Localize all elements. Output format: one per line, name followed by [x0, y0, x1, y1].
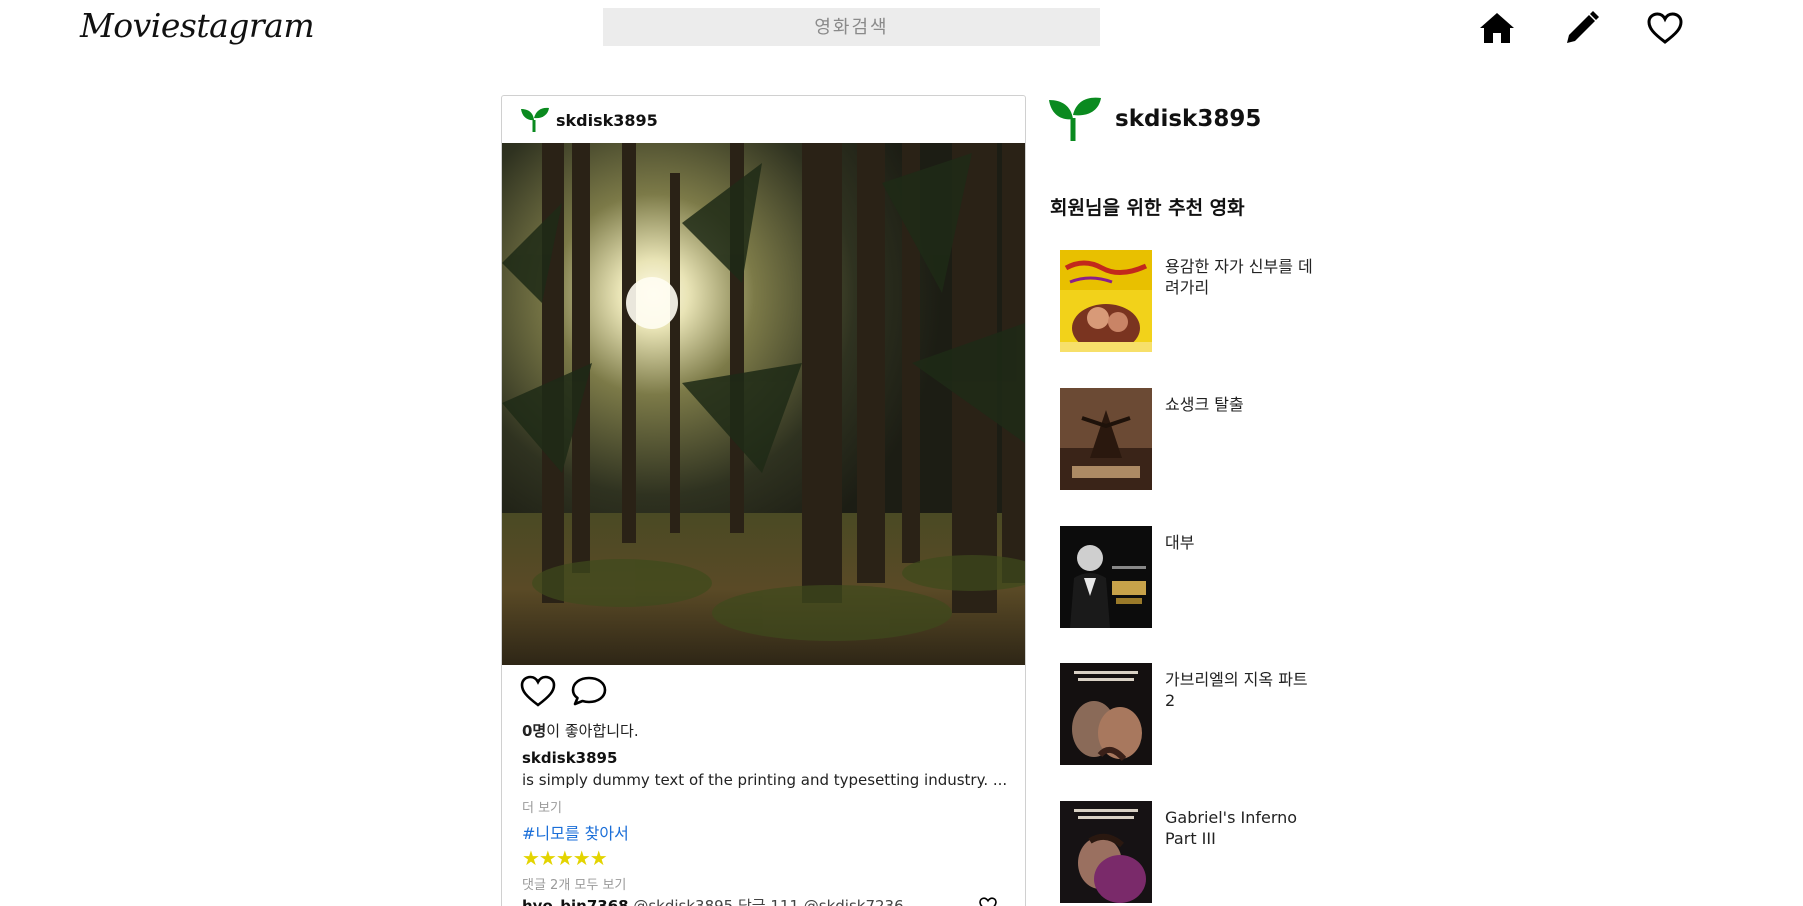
recommended-movie-item[interactable]: 용감한 자가 신부를 데려가리	[1060, 250, 1330, 352]
recommended-movie-item[interactable]: 대부	[1060, 526, 1330, 628]
post-image	[502, 143, 1025, 665]
sprout-icon	[521, 107, 549, 132]
sprout-icon	[1049, 97, 1101, 141]
hashtag-link[interactable]: #니모를 찾아서	[522, 820, 629, 844]
comment-username[interactable]: hyo_bin7368	[522, 897, 629, 906]
post-header: skdisk3895	[502, 96, 1025, 144]
movie-title: Gabriel's Inferno Part III	[1165, 808, 1298, 848]
home-icon[interactable]	[1477, 10, 1517, 46]
recommend-heading: 회원님을 위한 추천 영화	[1050, 197, 1245, 219]
movie-poster	[1060, 250, 1152, 352]
movie-title: 가브리엘의 지옥 파트 2	[1165, 670, 1308, 710]
movie-poster	[1060, 526, 1152, 628]
movie-poster	[1060, 388, 1152, 490]
movie-poster	[1060, 801, 1152, 903]
profile-username[interactable]: skdisk3895	[1115, 106, 1261, 132]
likes-suffix: 이 좋아합니다.	[546, 722, 639, 740]
comment-bubble-icon[interactable]	[570, 673, 608, 709]
recommended-movie-item[interactable]: Gabriel's Inferno Part III	[1060, 801, 1330, 903]
movie-title: 대부	[1165, 533, 1195, 552]
caption-text: is simply dummy text of the printing and…	[522, 771, 1008, 789]
view-all-comments-link[interactable]: 댓글 2개 모두 보기	[522, 874, 626, 893]
heart-icon[interactable]	[1645, 10, 1685, 46]
app-logo[interactable]: Moviestagram	[80, 6, 315, 45]
like-heart-icon[interactable]	[519, 673, 557, 709]
movie-title: 쇼생크 탈출	[1165, 395, 1244, 414]
recommended-movie-item[interactable]: 쇼생크 탈출	[1060, 388, 1330, 490]
post-card: skdisk3895 0명이 좋아합니다. skdisk3895 is simp…	[501, 95, 1026, 906]
caption-username[interactable]: skdisk3895	[522, 749, 617, 767]
comment-item: hyo_bin7368 @skdisk3895 답글 111 @skdisk72…	[522, 895, 1012, 906]
more-button[interactable]: 더 보기	[522, 797, 562, 816]
likes-count: 0명	[522, 722, 547, 740]
movie-title: 용감한 자가 신부를 데려가리	[1165, 257, 1313, 297]
post-username[interactable]: skdisk3895	[556, 111, 658, 130]
rating-stars: ★★★★★	[522, 846, 608, 870]
search-input[interactable]	[603, 8, 1100, 46]
pencil-icon[interactable]	[1562, 10, 1602, 46]
comment-like-icon[interactable]	[979, 897, 997, 906]
recommended-movie-item[interactable]: 가브리엘의 지옥 파트 2	[1060, 663, 1330, 765]
likes-text: 0명이 좋아합니다.	[522, 720, 639, 741]
comment-text: @skdisk3895 답글 111 @skdisk7236	[633, 897, 904, 906]
movie-poster	[1060, 663, 1152, 765]
